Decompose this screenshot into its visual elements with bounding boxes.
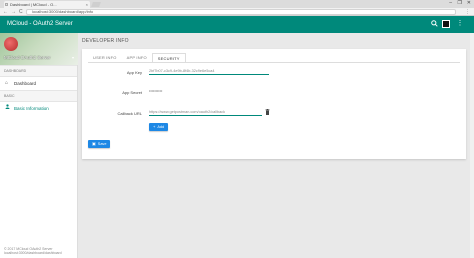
app-header: MCloud - OAuth2 Server ⋮ [0,16,474,33]
tab-close-icon[interactable]: × [86,1,88,8]
more-icon[interactable]: ⋮ [456,20,464,28]
scrollbar[interactable] [470,33,474,258]
browser-tabstrip: Dashboard | MCloud - O... × – ❐ ✕ [0,0,474,8]
save-icon: ▣ [92,141,96,146]
favicon-icon [5,3,8,6]
sidebar-item-basic-information[interactable]: Basic Information [0,102,77,115]
window-close-button[interactable]: ✕ [467,0,471,7]
sidebar-header: MCloud OAuth2 Server ▾ [0,33,78,65]
add-callback-button[interactable]: + Add [149,123,169,131]
minimize-button[interactable]: – [449,0,452,7]
sidebar: MCloud OAuth2 Server ▾ DASHBOARD ⌂ Dashb… [0,33,78,258]
new-tab-button[interactable] [91,2,101,7]
sidebar-section-dashboard: DASHBOARD [0,65,77,77]
reload-icon[interactable]: C [19,9,23,15]
app-secret-field[interactable]: •••••••••• [149,89,189,95]
plus-icon: + [153,124,156,129]
user-avatar[interactable] [442,20,450,28]
app-key-label: App Key [126,70,142,75]
sidebar-item-dashboard[interactable]: ⌂ Dashboard [0,77,77,90]
tab-divider [88,62,460,63]
sidebar-item-label: Basic Information [14,106,49,111]
app-secret-label: App Secret [122,90,142,95]
developer-info-card: USER INFO APP INFO SECURITY App Key 2bf7… [82,49,466,159]
save-button[interactable]: ▣ Save [88,140,111,148]
sidebar-hero-title: MCloud OAuth2 Server [4,55,51,60]
forward-icon[interactable]: → [11,9,16,15]
app-title: MCloud - OAuth2 Server [7,21,73,27]
back-icon[interactable]: ← [3,9,8,15]
avatar [4,37,18,51]
search-icon[interactable] [430,20,438,28]
footer-status-url: localhost:3000/dashboard/dashboard [4,251,62,255]
person-icon [5,102,10,115]
dropdown-caret-icon[interactable]: ▾ [72,55,74,60]
home-icon: ⌂ [5,80,9,86]
browser-toolbar: ← → C localhost:3000/dashboard/app/info … [0,8,474,16]
browser-menu-icon[interactable]: ⋮ [465,9,470,15]
browser-tab-title: Dashboard | MCloud - O... [10,2,57,7]
sidebar-section-basic: BASIC [0,90,77,102]
sidebar-item-label: Dashboard [14,81,37,86]
address-bar[interactable]: localhost:3000/dashboard/app/info [26,9,456,15]
main-content: DEVELOPER INFO USER INFO APP INFO SECURI… [78,33,474,258]
save-button-label: Save [97,142,107,146]
callback-url-field[interactable]: https://www.getpostman.com/oauth2/callba… [149,110,262,116]
add-button-label: Add [157,125,165,129]
maximize-button[interactable]: ❐ [458,0,462,7]
browser-tab[interactable]: Dashboard | MCloud - O... × [4,1,90,8]
app-key-field[interactable]: 2bf7b07-c3c9-4e9b-8f4b-32c9e6e5ca4 [149,69,269,75]
delete-icon[interactable] [265,109,270,117]
callback-url-label: Callback URL [117,111,142,116]
sidebar-footer: © 2017 MCloud OAuth2 Server localhost:30… [4,247,62,255]
page-title: DEVELOPER INFO [82,38,129,44]
